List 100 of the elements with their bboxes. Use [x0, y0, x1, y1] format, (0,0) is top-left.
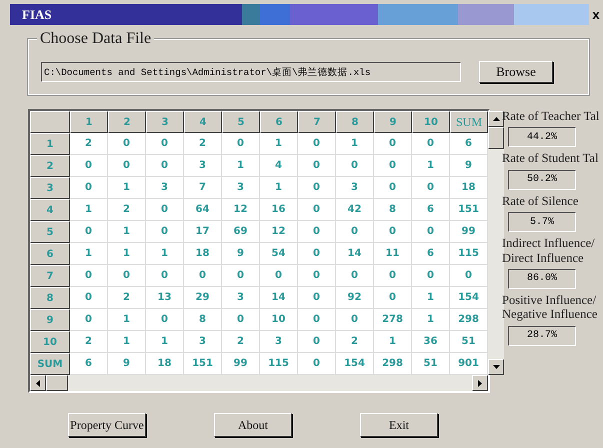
table-cell: 0 [374, 155, 412, 177]
table-cell: 2 [70, 331, 108, 353]
table-cell: 3 [222, 287, 260, 309]
table-cell: 6 [412, 199, 450, 221]
table-cell: 16 [260, 199, 298, 221]
table-cell: 3 [146, 177, 184, 199]
stat-label: Rate of Student Tal [502, 151, 600, 166]
table-cell: 2 [108, 199, 146, 221]
table-cell: 1 [108, 221, 146, 243]
file-path-field[interactable]: C:\Documents and Settings\Administrator\桌面\弗兰德数据.xls [41, 62, 461, 82]
table-cell: 1 [70, 199, 108, 221]
table-cell: 1 [260, 177, 298, 199]
column-header: 10 [412, 111, 450, 133]
table-cell: 0 [412, 265, 450, 287]
column-header: 1 [70, 111, 108, 133]
table-cell: 7 [184, 177, 222, 199]
vertical-scrollbar[interactable] [488, 111, 504, 375]
table-cell: 54 [260, 243, 298, 265]
column-header: 8 [336, 111, 374, 133]
scroll-left-icon[interactable] [30, 375, 46, 391]
table-cell: 2 [336, 331, 374, 353]
table-cell: 6 [412, 243, 450, 265]
table-cell: 17 [184, 221, 222, 243]
table-cell: 0 [336, 221, 374, 243]
table-cell: 0 [298, 287, 336, 309]
table-cell: 0 [222, 309, 260, 331]
table-cell: 0 [374, 177, 412, 199]
row-header: 10 [30, 331, 70, 353]
scroll-down-icon[interactable] [488, 359, 504, 375]
table-cell: 1 [222, 155, 260, 177]
stat-value-field: 28.7% [508, 326, 576, 346]
scroll-thumb[interactable] [488, 127, 504, 149]
table-cell: 3 [260, 331, 298, 353]
table-cell: 0 [70, 155, 108, 177]
table-cell: 0 [298, 199, 336, 221]
table-cell: 0 [374, 221, 412, 243]
table-cell: 2 [184, 133, 222, 155]
table-cell: 0 [70, 287, 108, 309]
column-header: 2 [108, 111, 146, 133]
table-cell: 12 [260, 221, 298, 243]
table-cell: 0 [336, 265, 374, 287]
table-cell: 10 [260, 309, 298, 331]
column-header: 5 [222, 111, 260, 133]
table-cell: 92 [336, 287, 374, 309]
table-cell: 0 [70, 265, 108, 287]
table-cell: 3 [336, 177, 374, 199]
browse-button[interactable]: Browse [479, 61, 553, 83]
action-button[interactable]: About [214, 413, 292, 437]
close-button[interactable]: x [589, 4, 603, 25]
table-cell: 8 [374, 199, 412, 221]
table-cell: 4 [260, 155, 298, 177]
table-cell: 0 [146, 309, 184, 331]
action-button[interactable]: Property Curve [68, 413, 146, 437]
table-cell: 0 [298, 309, 336, 331]
table-cell: 0 [298, 243, 336, 265]
stat-value-field: 44.2% [508, 127, 576, 148]
table-cell: 0 [146, 155, 184, 177]
table-cell: 0 [298, 331, 336, 353]
column-header: SUM [450, 111, 488, 133]
row-header: 6 [30, 243, 70, 265]
row-header: 4 [30, 199, 70, 221]
row-header: 2 [30, 155, 70, 177]
table-cell: 0 [374, 265, 412, 287]
scroll-right-icon[interactable] [472, 375, 488, 391]
table-cell: 0 [146, 221, 184, 243]
table-cell: 8 [184, 309, 222, 331]
table-cell: 36 [412, 331, 450, 353]
row-header: 9 [30, 309, 70, 331]
table-cell: 2 [70, 133, 108, 155]
table-cell: 0 [298, 133, 336, 155]
table-cell: 0 [70, 221, 108, 243]
table-cell: 0 [260, 265, 298, 287]
table-cell: 1 [108, 331, 146, 353]
table-cell: 0 [70, 177, 108, 199]
table-cell: 1 [336, 133, 374, 155]
table-cell: 0 [412, 177, 450, 199]
column-header: 3 [146, 111, 184, 133]
table-cell: 0 [298, 265, 336, 287]
table-cell: 1 [260, 133, 298, 155]
table-cell: 2 [108, 287, 146, 309]
table-cell: 14 [336, 243, 374, 265]
scroll-thumb[interactable] [46, 375, 68, 391]
stat-value-field: 5.7% [508, 212, 576, 232]
stat-label: Indirect Influence/ Direct Influence [502, 236, 596, 265]
window-title: FIAS [21, 6, 53, 22]
horizontal-scrollbar[interactable] [30, 375, 488, 391]
table-cell: 0 [146, 265, 184, 287]
stat-label: Positive Influence/ Negative Influence [502, 292, 598, 322]
table-cell: 11 [374, 243, 412, 265]
row-header: 1 [30, 133, 70, 155]
table-cell: 0 [108, 155, 146, 177]
table-cell: 0 [336, 309, 374, 331]
scroll-up-icon[interactable] [488, 111, 504, 127]
table-cell: 0 [108, 265, 146, 287]
row-header: 5 [30, 221, 70, 243]
table-cell: 3 [184, 155, 222, 177]
stat-value-field: 50.2% [508, 170, 576, 190]
table-cell: 13 [146, 287, 184, 309]
action-button[interactable]: Exit [360, 413, 438, 437]
table-cell: 0 [412, 133, 450, 155]
